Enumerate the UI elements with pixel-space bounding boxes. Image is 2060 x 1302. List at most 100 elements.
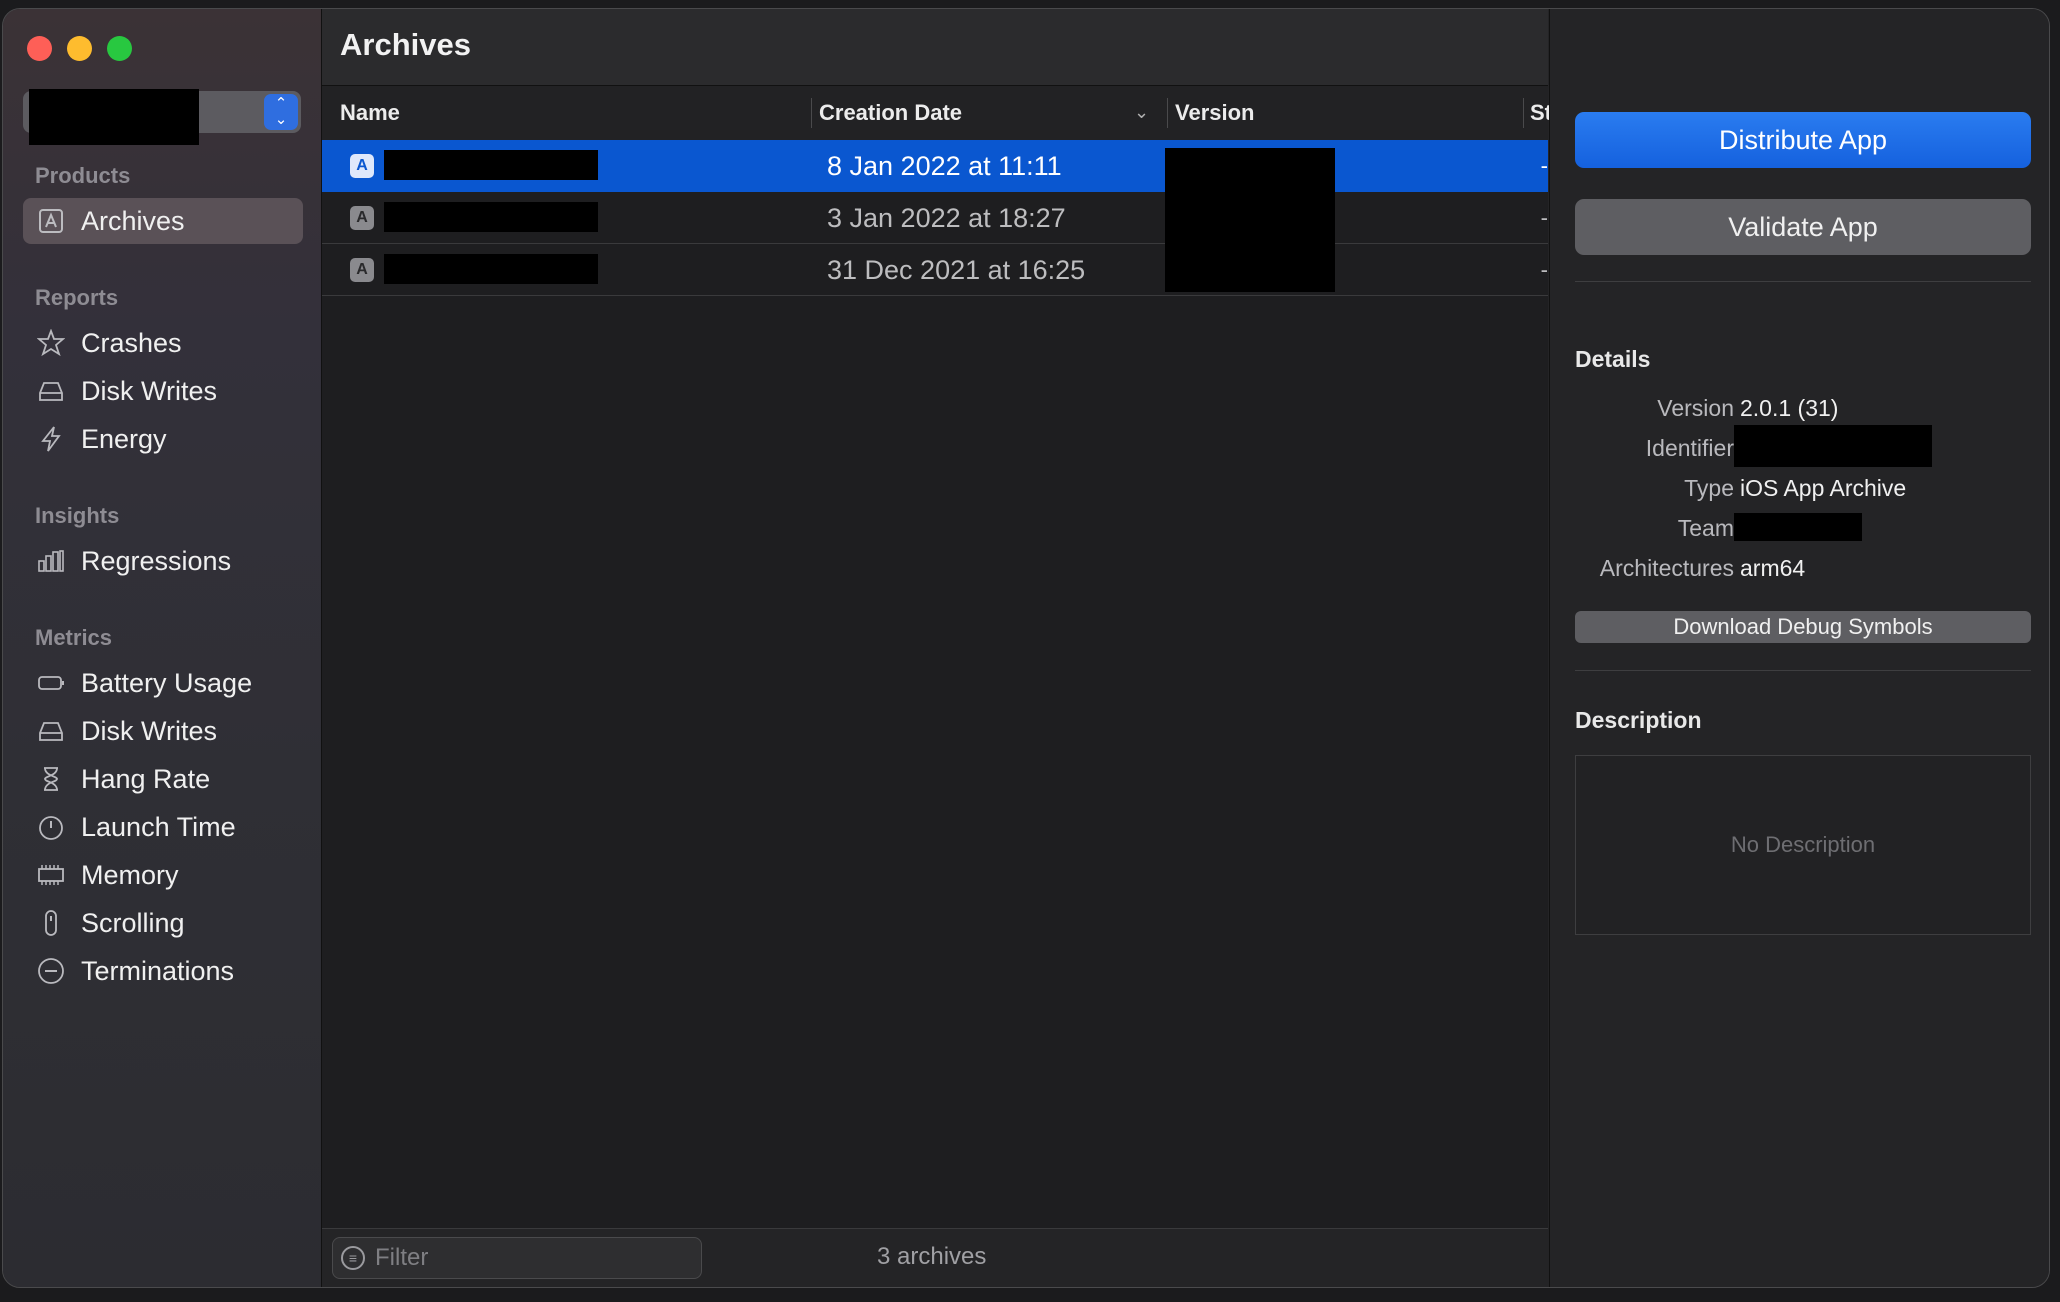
sidebar-item-label: Disk Writes: [81, 376, 218, 406]
table-header: Name Creation Date ⌄ Version St: [322, 86, 1552, 141]
sidebar-item-disk-writes-metric[interactable]: Disk Writes: [23, 708, 303, 754]
type-label: Type: [1684, 475, 1734, 501]
details-heading: Details: [1575, 346, 1651, 372]
bolt-icon: [37, 425, 65, 453]
sidebar-item-terminations[interactable]: Terminations: [23, 948, 303, 994]
list-footer: ≡ Filter 3 archives: [322, 1228, 1548, 1287]
redacted-team: [1734, 513, 1862, 541]
archive-count: 3 archives: [877, 1243, 987, 1270]
column-divider[interactable]: [811, 98, 812, 128]
app-archive-icon: A: [350, 258, 374, 282]
architectures-label: Architectures: [1599, 555, 1734, 581]
sidebar-item-label: Disk Writes: [81, 716, 218, 746]
timer-icon: [37, 813, 65, 841]
sidebar-item-label: Archives: [81, 206, 185, 236]
inspector-pane: Distribute App Validate App Details Vers…: [1549, 9, 2049, 1287]
architectures-value: arm64: [1740, 555, 1806, 581]
table-row[interactable]: A 3 Jan 2022 at 18:27 -: [322, 192, 1548, 244]
row-status-cell: -: [1540, 257, 1548, 282]
download-debug-symbols-button[interactable]: Download Debug Symbols: [1575, 611, 2031, 643]
row-creation-date: 3 Jan 2022 at 18:27: [827, 203, 1066, 233]
sidebar-item-archives[interactable]: Archives: [23, 198, 303, 244]
table-row[interactable]: A 8 Jan 2022 at 11:11 -: [322, 140, 1548, 192]
row-creation-date: 31 Dec 2021 at 16:25: [827, 255, 1086, 285]
version-value: 2.0.1 (31): [1740, 395, 1839, 421]
sidebar-item-battery-usage[interactable]: Battery Usage: [23, 660, 303, 706]
redacted-archive-name: [384, 254, 598, 284]
column-header-version[interactable]: Version: [1175, 86, 1254, 140]
sidebar-item-disk-writes-report[interactable]: Disk Writes: [23, 368, 303, 414]
filter-placeholder: Filter: [375, 1244, 429, 1271]
sidebar-item-label: Launch Time: [81, 812, 236, 842]
validate-app-button[interactable]: Validate App: [1575, 199, 2031, 255]
section-heading-products: Products: [35, 163, 131, 188]
row-creation-date: 8 Jan 2022 at 11:11: [827, 151, 1062, 181]
app-archive-icon: A: [350, 206, 374, 230]
sidebar-item-hang-rate[interactable]: Hang Rate: [23, 756, 303, 802]
column-header-creation-date[interactable]: Creation Date: [819, 86, 962, 140]
section-heading-reports: Reports: [35, 285, 119, 310]
archive-icon: [37, 207, 65, 235]
app-selector-popup[interactable]: ⌃ ⌄: [23, 89, 301, 145]
page-title: Archives: [340, 27, 471, 62]
distribute-app-button[interactable]: Distribute App: [1575, 112, 2031, 168]
zoom-window-button[interactable]: [107, 36, 132, 61]
sidebar-item-label: Crashes: [81, 328, 182, 358]
bar-chart-icon: [37, 547, 65, 575]
sidebar-item-energy[interactable]: Energy: [23, 416, 303, 462]
close-window-button[interactable]: [27, 36, 52, 61]
table-row[interactable]: A 31 Dec 2021 at 16:25 -: [322, 244, 1548, 296]
section-heading-insights: Insights: [35, 503, 120, 528]
disk-icon: [37, 717, 65, 745]
sidebar-item-memory[interactable]: Memory: [23, 852, 303, 898]
divider: [1575, 281, 2031, 282]
filter-field[interactable]: ≡ Filter: [332, 1237, 702, 1279]
hourglass-icon: [37, 765, 65, 793]
redacted-version-values: [1165, 148, 1335, 292]
column-divider[interactable]: [1167, 98, 1168, 128]
redacted-app-name: [29, 89, 199, 145]
version-label: Version: [1657, 395, 1734, 421]
description-placeholder: No Description: [1730, 832, 1876, 857]
sidebar-item-label: Terminations: [81, 956, 235, 986]
description-heading: Description: [1575, 707, 1702, 733]
crash-icon: [36, 328, 66, 357]
sort-descending-chevron-icon[interactable]: ⌄: [1134, 86, 1149, 138]
minimize-window-button[interactable]: [67, 36, 92, 61]
divider: [1575, 670, 2031, 671]
redacted-archive-name: [384, 202, 598, 232]
sidebar-item-scrolling[interactable]: Scrolling: [23, 900, 303, 946]
column-divider[interactable]: [1523, 98, 1524, 128]
scroll-icon: [37, 909, 65, 937]
sidebar-item-label: Hang Rate: [81, 764, 211, 794]
description-field[interactable]: No Description: [1575, 755, 2031, 935]
disk-icon: [37, 377, 65, 405]
sidebar: ⌃ ⌄ Products Archives Reports Crashes Dis…: [3, 9, 322, 1287]
sidebar-item-regressions[interactable]: Regressions: [23, 538, 303, 584]
section-heading-metrics: Metrics: [35, 625, 113, 650]
up-down-chevron-icon[interactable]: ⌃ ⌄: [264, 94, 298, 130]
main-titlebar: Archives: [322, 9, 1548, 86]
redacted-identifier: [1734, 425, 1932, 467]
minus-circle-icon: [37, 957, 65, 985]
sidebar-item-label: Energy: [81, 424, 167, 454]
app-archive-icon: A: [350, 154, 374, 178]
identifier-label: Identifier: [1645, 435, 1734, 461]
type-value: iOS App Archive: [1740, 475, 1907, 501]
sidebar-item-crashes[interactable]: Crashes: [23, 320, 303, 366]
sidebar-item-label: Battery Usage: [81, 668, 253, 698]
sidebar-item-label: Regressions: [81, 546, 232, 576]
battery-icon: [37, 669, 65, 697]
filter-icon: ≡: [341, 1246, 365, 1270]
row-status-cell: -: [1540, 153, 1548, 178]
memory-chip-icon: [37, 861, 65, 889]
row-status-cell: -: [1540, 205, 1548, 230]
sidebar-item-label: Memory: [81, 860, 179, 890]
sidebar-item-label: Scrolling: [81, 908, 185, 938]
column-header-name[interactable]: Name: [340, 86, 400, 140]
redacted-archive-name: [384, 150, 598, 180]
xcode-organizer-window: ⌃ ⌄ Products Archives Reports Crashes Dis…: [2, 8, 2050, 1288]
team-label: Team: [1677, 515, 1734, 541]
sidebar-item-launch-time[interactable]: Launch Time: [23, 804, 303, 850]
archives-list-pane: Archives Name Creation Date ⌄ Version St…: [322, 9, 1552, 1287]
